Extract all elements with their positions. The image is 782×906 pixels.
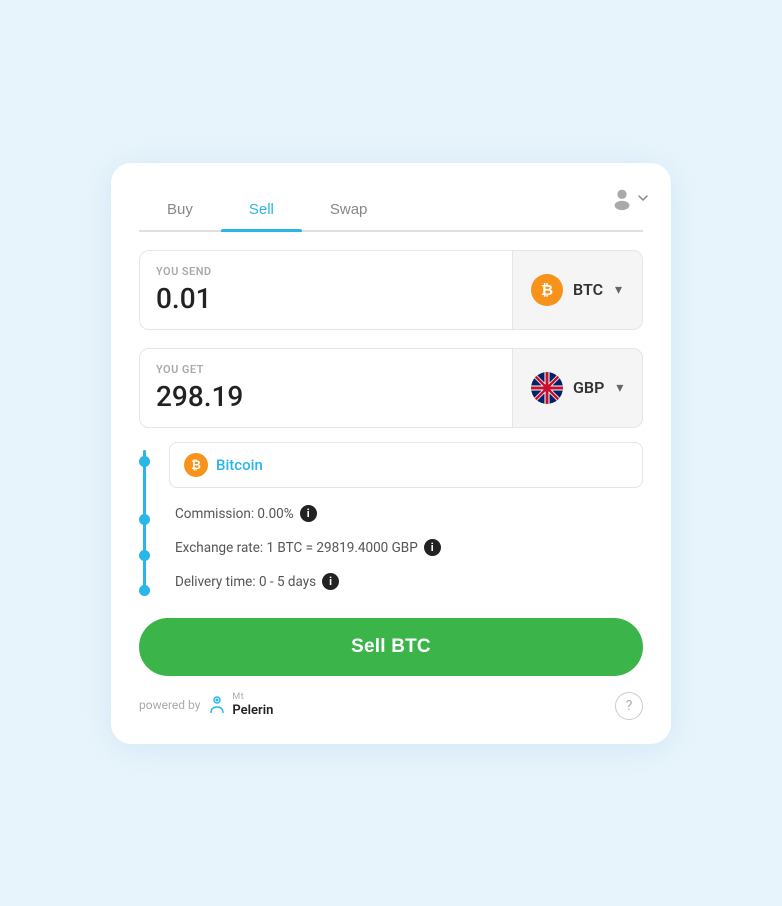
dot-2 bbox=[139, 514, 150, 525]
delivery-time-row: Delivery time: 0 - 5 days i bbox=[157, 568, 643, 596]
send-label: YOU SEND bbox=[156, 265, 496, 278]
tab-buy[interactable]: Buy bbox=[139, 191, 221, 230]
pelerin-brand-text: Mt Pelerin bbox=[232, 692, 273, 718]
commission-text: Commission: 0.00% bbox=[175, 506, 294, 522]
tab-swap[interactable]: Swap bbox=[302, 191, 396, 230]
dot-1 bbox=[139, 456, 150, 467]
exchange-rate-row: Exchange rate: 1 BTC = 29819.4000 GBP i bbox=[157, 534, 643, 562]
send-currency-selector[interactable]: ₿ BTC ▾ bbox=[512, 251, 642, 329]
help-button[interactable]: ? bbox=[615, 692, 643, 720]
delivery-time-info-icon[interactable]: i bbox=[322, 573, 339, 590]
exchange-rate-info-icon[interactable]: i bbox=[424, 539, 441, 556]
suggestion-row: ₿ Bitcoin bbox=[157, 442, 643, 488]
commission-info-icon[interactable]: i bbox=[300, 505, 317, 522]
sell-button[interactable]: Sell BTC bbox=[139, 618, 643, 676]
send-currency-code: BTC bbox=[573, 280, 603, 299]
tab-bar: Buy Sell Swap bbox=[139, 191, 643, 232]
pelerin-brand-icon bbox=[206, 694, 228, 716]
commission-row: Commission: 0.00% i bbox=[157, 500, 643, 528]
btc-icon: ₿ bbox=[531, 274, 563, 306]
send-value[interactable]: 0.01 bbox=[156, 282, 496, 315]
powered-by-section: powered by Mt Pelerin bbox=[139, 692, 273, 718]
info-panel: ₿ Bitcoin Commission: 0.00% i Exchange r… bbox=[139, 442, 643, 596]
send-input-left: YOU SEND 0.01 bbox=[140, 251, 512, 329]
send-input-section: YOU SEND 0.01 ₿ BTC ▾ bbox=[139, 250, 643, 330]
bitcoin-label: Bitcoin bbox=[216, 456, 263, 474]
send-dropdown-arrow: ▾ bbox=[615, 282, 622, 298]
mt-pelerin-logo[interactable]: Mt Pelerin bbox=[206, 692, 273, 718]
get-label: YOU GET bbox=[156, 363, 496, 376]
gbp-flag-icon bbox=[531, 372, 563, 404]
get-input-left: YOU GET 298.19 bbox=[140, 349, 512, 427]
bitcoin-suggestion[interactable]: ₿ Bitcoin bbox=[169, 442, 643, 488]
main-card: Buy Sell Swap YOU SEND 0.01 ₿ BTC ▾ YOU … bbox=[111, 163, 671, 744]
bitcoin-icon-suggestion: ₿ bbox=[184, 453, 208, 477]
tab-sell[interactable]: Sell bbox=[221, 191, 302, 230]
get-input-section: YOU GET 298.19 GBP ▾ bbox=[139, 348, 643, 428]
exchange-rate-text: Exchange rate: 1 BTC = 29819.4000 GBP bbox=[175, 540, 418, 556]
get-dropdown-arrow: ▾ bbox=[616, 380, 623, 396]
get-value[interactable]: 298.19 bbox=[156, 380, 496, 413]
get-currency-code: GBP bbox=[573, 378, 604, 397]
powered-by-text: powered by bbox=[139, 698, 200, 712]
dot-4 bbox=[139, 585, 150, 596]
delivery-time-text: Delivery time: 0 - 5 days bbox=[175, 574, 316, 590]
footer: powered by Mt Pelerin ? bbox=[139, 692, 643, 720]
get-currency-selector[interactable]: GBP ▾ bbox=[512, 349, 642, 427]
dot-3 bbox=[139, 550, 150, 561]
